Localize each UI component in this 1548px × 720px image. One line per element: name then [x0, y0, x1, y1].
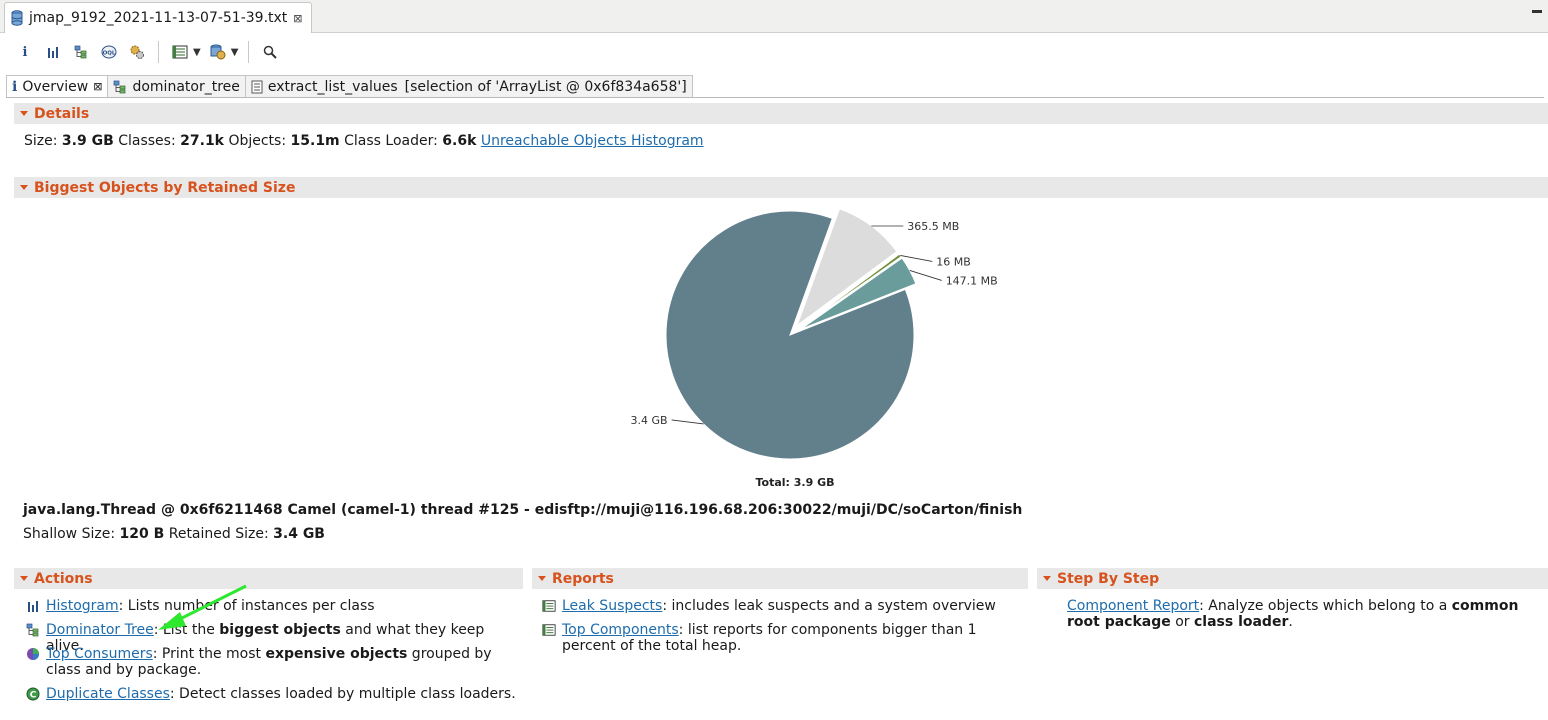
tab-extract-list-values[interactable]: extract_list_values [selection of 'Array…	[244, 75, 693, 97]
section-title: Details	[34, 105, 90, 122]
section-title: Step By Step	[1057, 570, 1160, 587]
annotation-arrow-icon	[158, 584, 247, 630]
section-title: Reports	[552, 570, 614, 587]
oql-icon[interactable]: OQL	[98, 41, 120, 63]
action-top-consumers: Top Consumers: Print the most expensive …	[26, 646, 516, 678]
inner-tab-bar: i Overview ⊠ dominator_tree extract_list…	[6, 75, 1544, 98]
tab-suffix: [selection of 'ArrayList @ 0x6f834a658']	[404, 78, 687, 95]
histogram-link[interactable]: Histogram	[46, 598, 119, 614]
retained-size-value: 3.4 GB	[273, 526, 325, 542]
pie-total-label: Total: 3.9 GB	[755, 476, 834, 489]
pie-leader-line	[671, 419, 704, 425]
dominator-tree-link[interactable]: Dominator Tree	[46, 622, 154, 638]
size-value: 3.9 GB	[61, 133, 114, 149]
list-icon	[251, 80, 263, 93]
expand-triangle-icon	[20, 111, 28, 116]
tab-overview[interactable]: i Overview ⊠	[6, 75, 109, 97]
report-leak-suspects: Leak Suspects: includes leak suspects an…	[542, 598, 1022, 614]
action-histogram: Histogram: Lists number of instances per…	[26, 598, 516, 614]
classes-value: 27.1k	[180, 133, 224, 149]
duplicate-classes-link[interactable]: Duplicate Classes	[46, 686, 170, 702]
step-component-report: Component Report: Analyze objects which …	[1067, 598, 1519, 630]
pie-slice-label: 147.1 MB	[946, 274, 998, 287]
details-section-header[interactable]: Details	[14, 103, 1548, 124]
toolbar-separator	[158, 41, 159, 63]
pie-slice-label: 365.5 MB	[907, 220, 959, 233]
expand-triangle-icon	[20, 576, 28, 581]
toolbar-separator	[248, 41, 250, 63]
pie-slice-label: 3.4 GB	[631, 414, 668, 427]
toolbar: i OQL ▼ ▼	[0, 33, 1548, 71]
report-icon	[542, 623, 556, 637]
class-loader-value: 6.6k	[442, 133, 477, 149]
objects-value: 15.1m	[290, 133, 340, 149]
dominator-tree-icon	[26, 623, 40, 637]
details-line: Size: 3.9 GB Classes: 27.1k Objects: 15.…	[24, 133, 704, 149]
info-icon[interactable]: i	[14, 41, 36, 63]
report-icon	[542, 599, 556, 613]
minimize-icon[interactable]	[1532, 10, 1542, 13]
report-icon[interactable]	[169, 41, 191, 63]
top-components-link[interactable]: Top Components	[562, 622, 679, 638]
heap-dump-icon	[11, 10, 23, 26]
histogram-icon	[26, 599, 40, 613]
close-icon[interactable]: ⊠	[93, 80, 102, 93]
section-title: Biggest Objects by Retained Size	[34, 179, 296, 196]
dominator-tree-icon	[114, 80, 126, 93]
tab-label: extract_list_values	[267, 78, 398, 95]
action-duplicate-classes: C Duplicate Classes: Detect classes load…	[26, 686, 516, 702]
expand-triangle-icon	[538, 576, 546, 581]
selected-object-sizes: Shallow Size: 120 B Retained Size: 3.4 G…	[23, 526, 325, 542]
report-top-components: Top Components: list reports for compone…	[542, 622, 1022, 654]
top-consumers-icon	[26, 647, 40, 661]
chevron-down-icon[interactable]: ▼	[193, 47, 201, 58]
unreachable-objects-link[interactable]: Unreachable Objects Histogram	[481, 133, 704, 149]
expand-triangle-icon	[20, 185, 28, 190]
tab-label: Overview	[22, 78, 89, 95]
selected-object-title: java.lang.Thread @ 0x6f6211468 Camel (ca…	[23, 502, 1023, 518]
shallow-size-value: 120 B	[119, 526, 165, 542]
step-by-step-section-header[interactable]: Step By Step	[1037, 568, 1548, 589]
expand-triangle-icon	[1043, 576, 1051, 581]
pie-leader-line	[909, 270, 942, 281]
close-icon[interactable]: ⊠	[293, 12, 302, 25]
info-icon: i	[12, 78, 18, 95]
svg-text:OQL: OQL	[103, 51, 116, 57]
pie-leader-line	[900, 255, 933, 262]
reports-section-header[interactable]: Reports	[532, 568, 1028, 589]
actions-section-header[interactable]: Actions	[14, 568, 523, 589]
chevron-down-icon[interactable]: ▼	[231, 47, 239, 58]
editor-tab-title: jmap_9192_2021-11-13-07-51-39.txt	[29, 10, 288, 26]
duplicate-classes-icon: C	[26, 687, 40, 701]
section-title: Actions	[34, 570, 93, 587]
leak-suspects-link[interactable]: Leak Suspects	[562, 598, 662, 614]
editor-tab[interactable]: jmap_9192_2021-11-13-07-51-39.txt ⊠	[4, 2, 312, 33]
dominator-tree-icon[interactable]	[70, 41, 92, 63]
histogram-icon[interactable]	[42, 41, 64, 63]
query-browser-icon[interactable]	[207, 41, 229, 63]
editor-tab-bar: jmap_9192_2021-11-13-07-51-39.txt ⊠	[0, 0, 1548, 33]
pie-slice-label: 16 MB	[936, 255, 971, 268]
svg-text:C: C	[30, 691, 37, 701]
top-consumers-link[interactable]: Top Consumers	[46, 646, 153, 662]
biggest-objects-pie-chart[interactable]: 3.4 GB 365.5 MB 16 MB 147.1 MB Total: 3.9 G…	[560, 205, 1060, 495]
component-report-link[interactable]: Component Report	[1067, 598, 1199, 614]
biggest-objects-section-header[interactable]: Biggest Objects by Retained Size	[14, 177, 1548, 198]
gear-icon[interactable]	[126, 41, 148, 63]
tab-dominator-tree[interactable]: dominator_tree	[107, 75, 246, 97]
search-icon[interactable]	[259, 41, 281, 63]
tab-label: dominator_tree	[132, 78, 240, 95]
